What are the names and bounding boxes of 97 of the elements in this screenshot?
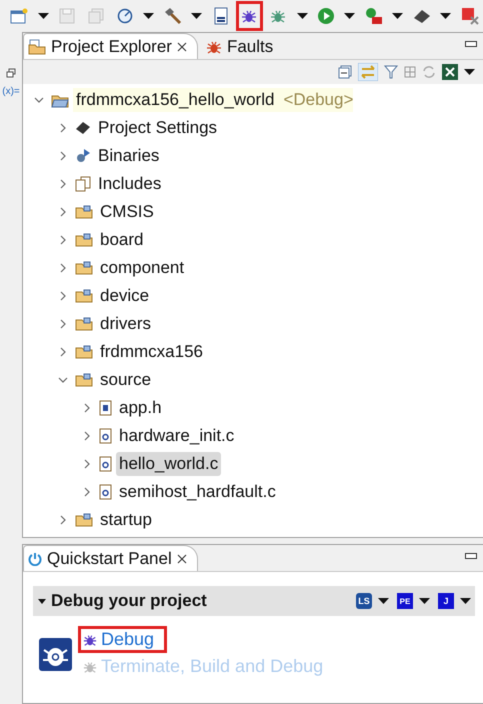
variables-view-label[interactable]: (x)= xyxy=(2,86,20,97)
caret-icon xyxy=(440,13,452,19)
bug-icon xyxy=(270,8,286,24)
source-folder-icon xyxy=(75,513,93,527)
source-folder-icon xyxy=(75,261,93,275)
close-icon[interactable] xyxy=(176,554,187,564)
tab-label: Project Explorer xyxy=(51,36,172,56)
source-folder-icon xyxy=(75,205,93,219)
tree-item[interactable]: Project Settings xyxy=(95,116,220,140)
expand-chevron-icon[interactable] xyxy=(58,123,68,133)
caret-icon xyxy=(38,13,49,19)
includes-icon xyxy=(75,176,91,192)
expand-chevron-icon[interactable] xyxy=(82,403,92,413)
run-icon xyxy=(317,7,336,25)
tree-item[interactable]: hello_world.c xyxy=(116,452,222,476)
tree-item[interactable]: frdmmcxa156 xyxy=(97,340,206,364)
filter-icon[interactable] xyxy=(384,65,398,79)
toolbar-button[interactable] xyxy=(236,1,263,31)
expand-chevron-icon[interactable] xyxy=(82,487,92,497)
tree-item[interactable]: startup xyxy=(97,508,155,532)
tree-item[interactable]: drivers xyxy=(97,312,154,336)
expand-chevron-icon[interactable] xyxy=(58,235,68,245)
new-window-icon xyxy=(10,8,28,24)
probe-icon[interactable]: J xyxy=(438,593,454,610)
tree-item[interactable]: source xyxy=(97,368,154,392)
power-icon xyxy=(28,552,42,566)
hammer-icon xyxy=(164,7,182,25)
caret-icon xyxy=(419,598,430,604)
view-tab[interactable]: Quickstart Panel xyxy=(23,545,198,572)
tree-item[interactable]: app.h xyxy=(116,396,165,420)
collapse-chevron-icon[interactable] xyxy=(58,375,68,385)
restore-icon[interactable] xyxy=(6,68,16,78)
source-folder-icon xyxy=(75,345,93,359)
tree-item[interactable]: Binaries xyxy=(95,144,162,168)
source-folder-icon xyxy=(75,289,93,303)
expand-chevron-icon[interactable] xyxy=(58,347,68,357)
caret-icon xyxy=(143,13,154,19)
chip-icon xyxy=(412,8,431,24)
minimize-icon[interactable] xyxy=(465,553,477,560)
tab-label: Quickstart Panel xyxy=(47,548,172,569)
close-icon[interactable] xyxy=(176,42,187,52)
probe-icon[interactable]: PE xyxy=(397,593,413,610)
tab-label: Faults xyxy=(226,36,274,56)
collapse-triangle-icon[interactable] xyxy=(37,596,47,606)
expand-chevron-icon[interactable] xyxy=(58,207,68,217)
probe-icon[interactable]: LS xyxy=(356,593,372,610)
save-icon xyxy=(59,8,76,24)
view-menu-icon xyxy=(464,69,475,75)
expand-chevron-icon[interactable] xyxy=(58,319,68,329)
build-config-label: <Debug> xyxy=(283,90,354,110)
spreadsheet-icon[interactable] xyxy=(442,64,458,80)
caret-icon xyxy=(378,598,389,604)
tree-item[interactable]: semihost_hardfault.c xyxy=(116,480,279,504)
expand-chevron-icon[interactable] xyxy=(58,515,68,525)
tree-item[interactable]: device xyxy=(97,284,152,308)
binaries-icon xyxy=(75,148,91,164)
terminate-icon xyxy=(460,7,479,25)
binary-file-icon xyxy=(214,7,228,25)
source-folder-icon xyxy=(75,373,93,387)
action-link[interactable]: Debug xyxy=(78,626,168,654)
tree-item[interactable]: hardware_init.c xyxy=(116,424,238,448)
section-title: Debug your project xyxy=(51,591,208,612)
collapse-chevron-icon[interactable] xyxy=(34,95,44,105)
source-folder-icon xyxy=(75,233,93,247)
caret-icon xyxy=(296,13,308,19)
collapse-all-icon[interactable] xyxy=(338,65,352,79)
view-tab[interactable]: Project Explorer xyxy=(23,33,198,59)
header-file-icon xyxy=(99,400,112,416)
caret-icon xyxy=(460,598,471,604)
gauge-icon xyxy=(116,8,133,24)
source-folder-icon xyxy=(75,317,93,331)
debug-bug-icon xyxy=(39,638,72,672)
tree-item[interactable]: component xyxy=(97,256,188,280)
expand-chevron-icon[interactable] xyxy=(82,459,92,469)
bug-icon xyxy=(241,8,258,24)
tree-item[interactable]: CMSIS xyxy=(97,200,157,224)
caret-icon xyxy=(191,13,202,19)
chip-icon xyxy=(75,121,91,135)
tree-item[interactable]: board xyxy=(97,228,146,252)
expand-chevron-icon[interactable] xyxy=(82,431,92,441)
bug-icon xyxy=(83,660,97,674)
tree-item[interactable]: frdmmcxa156_hello_world xyxy=(73,88,278,112)
tree-item[interactable]: Includes xyxy=(95,172,164,196)
expand-chevron-icon[interactable] xyxy=(58,263,68,273)
minimize-icon[interactable] xyxy=(465,41,477,47)
expand-chevron-icon[interactable] xyxy=(58,179,68,189)
expand-chevron-icon[interactable] xyxy=(58,151,68,161)
c-file-icon xyxy=(99,484,112,500)
expand-chevron-icon[interactable] xyxy=(58,291,68,301)
bug-icon xyxy=(83,632,97,647)
c-file-icon xyxy=(99,456,112,472)
caret-icon xyxy=(392,13,404,19)
save-all-icon xyxy=(88,8,104,24)
folder-icon xyxy=(28,38,46,54)
run-toolbox-icon xyxy=(364,7,383,25)
c-file-icon xyxy=(99,428,112,444)
caret-icon xyxy=(344,13,356,19)
